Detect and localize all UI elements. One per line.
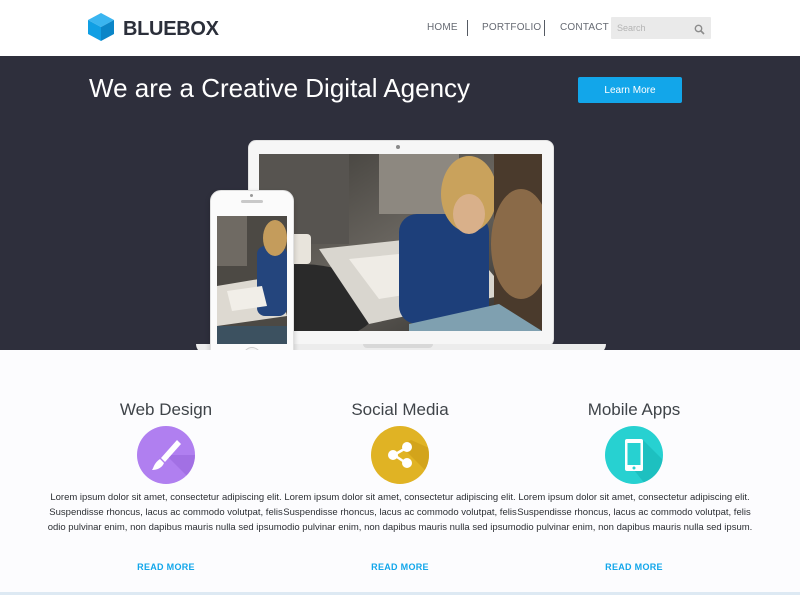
phone-speaker xyxy=(241,200,263,203)
nav-divider xyxy=(544,20,545,36)
share-icon xyxy=(371,426,429,484)
service-title: Web Design xyxy=(119,400,213,419)
service-title: Social Media xyxy=(351,400,449,419)
service-description: Lorem ipsum dolor sit amet, consectetur … xyxy=(281,492,519,533)
phone-camera xyxy=(250,194,253,197)
brand-name: BLUEBOX xyxy=(123,18,219,40)
service-description: Lorem ipsum dolor sit amet, consectetur … xyxy=(515,492,753,533)
laptop-notch xyxy=(363,344,433,348)
cube-logo-icon xyxy=(88,13,114,46)
read-more-link[interactable]: READ MORE xyxy=(46,562,286,572)
nav-home[interactable]: HOME xyxy=(427,22,458,33)
search-icon[interactable] xyxy=(694,22,705,35)
nav-contact[interactable]: CONTACT xyxy=(560,22,609,33)
smartphone-icon xyxy=(605,426,663,484)
site-header: BLUEBOX HOME PORTFOLIO CONTACT xyxy=(0,0,800,56)
laptop-screen-image xyxy=(259,154,542,331)
logo[interactable]: BLUEBOX xyxy=(88,13,219,46)
search-input[interactable] xyxy=(617,21,687,35)
learn-more-button[interactable]: Learn More xyxy=(578,77,682,103)
paintbrush-icon xyxy=(137,426,195,484)
laptop-camera xyxy=(396,145,400,149)
nav-portfolio[interactable]: PORTFOLIO xyxy=(482,22,541,33)
read-more-link[interactable]: READ MORE xyxy=(280,562,520,572)
read-more-link[interactable]: READ MORE xyxy=(514,562,754,572)
phone-screen-image xyxy=(217,216,287,344)
nav-divider xyxy=(467,20,468,36)
service-title: Mobile Apps xyxy=(587,400,681,419)
hero-title: We are a Creative Digital Agency xyxy=(89,73,471,103)
services-section: Web Design Lorem ipsum dolor sit amet, c… xyxy=(0,350,800,595)
search-box xyxy=(611,17,711,39)
service-description: Lorem ipsum dolor sit amet, consectetur … xyxy=(47,492,285,533)
